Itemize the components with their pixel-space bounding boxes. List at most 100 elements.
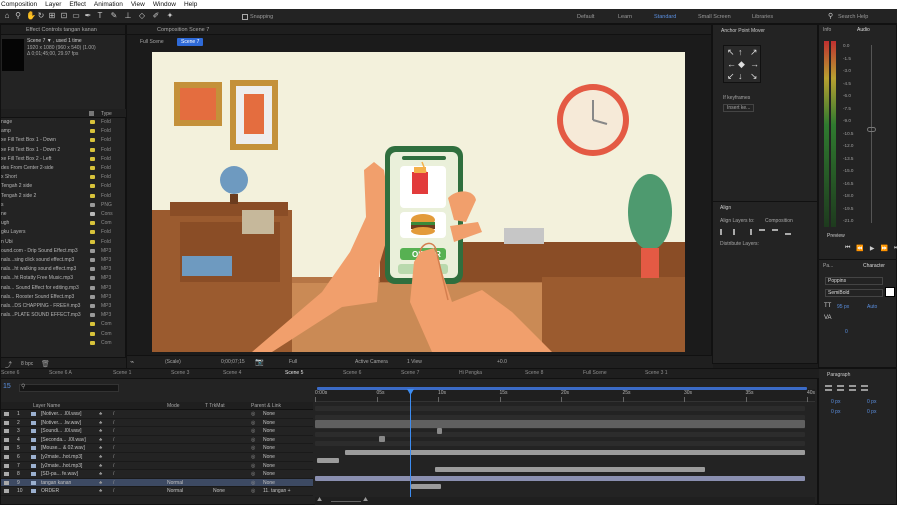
layer-name[interactable]: [Soundi... .l0l.wav] — [41, 427, 82, 436]
first-frame-icon[interactable]: ⏮ — [845, 245, 850, 252]
label-color-swatch[interactable] — [90, 230, 95, 235]
project-item[interactable]: s PNG — [1, 201, 116, 209]
visibility-icon[interactable] — [4, 455, 9, 459]
menu-layer[interactable]: Layer — [45, 1, 61, 8]
breadcrumb-scene-7[interactable]: Scene 7 — [177, 38, 204, 46]
justify-icon[interactable] — [861, 385, 868, 391]
anchor-right-icon[interactable]: → — [750, 59, 759, 69]
anchor-bottom-left-icon[interactable]: ↙ — [727, 71, 735, 82]
workspace-standard[interactable]: Standard — [654, 14, 676, 20]
layer-row[interactable]: 2 [Notiver... .lw.wav] ♣ / ◎ None — [1, 419, 313, 428]
exposure-value[interactable]: +0.0 — [497, 359, 507, 365]
parent-dropdown[interactable]: None — [263, 453, 275, 462]
views-dropdown[interactable]: 1 View — [407, 359, 422, 365]
visibility-icon[interactable] — [4, 472, 9, 477]
timeline-tab[interactable]: Scene 6 A — [49, 370, 72, 376]
search-help-field[interactable]: Search Help — [838, 14, 868, 20]
pickwhip-icon[interactable]: ◎ — [251, 419, 255, 428]
align-hcenter-icon[interactable] — [733, 229, 739, 235]
project-item[interactable]: x Short Fold — [1, 173, 116, 181]
layer-row[interactable]: 9 tangan kanan ♣ / Normal ◎ None — [1, 478, 313, 488]
quality-icon[interactable]: / — [113, 453, 114, 462]
label-color-swatch[interactable] — [90, 285, 95, 290]
project-item[interactable]: nals...ht walking sound effect.mp3 MP3 — [1, 265, 116, 273]
timeline-tab[interactable]: Scene 7 — [401, 370, 419, 376]
menu-animation[interactable]: Animation — [94, 1, 123, 8]
pen-tool-icon[interactable]: ✒ — [84, 12, 92, 20]
layer-name[interactable]: [Notiver... .l0l.wav] — [41, 410, 82, 419]
space-after-value[interactable]: 0 px — [867, 409, 876, 415]
align-bottom-icon[interactable] — [785, 229, 791, 235]
play-icon[interactable]: ▶ — [870, 245, 875, 252]
audio-clip-marker[interactable] — [437, 428, 442, 434]
layer-name[interactable]: [Notiver... .lw.wav] — [41, 419, 81, 428]
shy-icon[interactable]: ♣ — [99, 444, 102, 453]
label-color-swatch[interactable] — [90, 248, 95, 253]
anchor-center-icon[interactable]: ◆ — [738, 59, 745, 70]
anchor-top-left-icon[interactable]: ↖ — [727, 47, 735, 58]
layer-row[interactable]: 7 [y2mate...hot.mp3] ♣ / ◎ None — [1, 462, 313, 471]
zoom-tool-icon[interactable]: ⚲ — [14, 12, 22, 20]
project-item[interactable]: xe Fill Text Box 1 - Down Fold — [1, 136, 116, 144]
project-item[interactable]: ugh Com — [1, 219, 116, 227]
timeline-tab[interactable]: Scene 3 — [171, 370, 189, 376]
trkmat-column[interactable]: T TrkMat — [205, 403, 225, 409]
label-color-swatch[interactable] — [90, 212, 95, 216]
quality-icon[interactable]: / — [113, 427, 114, 436]
visibility-icon[interactable] — [4, 489, 9, 494]
label-color-swatch[interactable] — [90, 313, 95, 318]
quality-icon[interactable]: / — [113, 487, 114, 496]
insert-dropdown[interactable]: Insert ke... — [723, 104, 755, 112]
pickwhip-icon[interactable]: ◎ — [251, 453, 255, 462]
pickwhip-icon[interactable]: ◎ — [251, 462, 255, 471]
layer-row[interactable]: 10 ORDER ♣ / Normal None ◎ 11. tangan + — [1, 487, 313, 496]
anchor-top-right-icon[interactable]: ↗ — [750, 47, 758, 58]
label-color-swatch[interactable] — [90, 340, 95, 345]
label-color-swatch[interactable] — [90, 294, 95, 299]
indent-right-value[interactable]: 0 px — [867, 399, 876, 405]
layer-bar[interactable] — [345, 450, 805, 455]
stamp-tool-icon[interactable]: ⊥ — [124, 12, 132, 20]
roto-brush-icon[interactable]: ✐ — [152, 12, 160, 20]
fill-color-swatch[interactable] — [885, 287, 895, 297]
layer-name[interactable]: [y2mate...hot.mp3] — [41, 462, 82, 471]
time-ruler[interactable]: 0:00s 05s 10s 15s 20s 25s 30s 35s 40s — [315, 389, 815, 402]
menu-effect[interactable]: Effect — [69, 1, 86, 8]
project-item[interactable]: nals...sing click sound effect.mp3 MP3 — [1, 256, 116, 264]
label-color-swatch[interactable] — [90, 147, 95, 152]
visibility-icon[interactable] — [4, 420, 9, 425]
workspace-libraries[interactable]: Libraries — [752, 14, 773, 20]
trkmat-dropdown[interactable]: None — [213, 487, 225, 496]
label-color-swatch[interactable] — [90, 184, 95, 189]
effect-controls-tab[interactable]: Effect Controls tangan kanan — [1, 25, 125, 35]
resolution-dropdown[interactable]: Full — [289, 359, 297, 365]
composition-tab[interactable]: Composition Scene 7 — [127, 25, 711, 35]
anchor-left-icon[interactable]: ← — [727, 59, 736, 69]
timeline-tab[interactable]: Scene 5 — [285, 370, 303, 376]
parent-dropdown[interactable]: None — [263, 479, 275, 488]
home-icon[interactable]: ⌂ — [3, 12, 11, 20]
pickwhip-icon[interactable]: ◎ — [251, 410, 255, 419]
blend-mode-dropdown[interactable]: Normal — [167, 487, 183, 496]
label-color-swatch[interactable] — [90, 129, 95, 134]
label-color-swatch[interactable] — [90, 221, 95, 226]
camera-tool-icon[interactable]: ⊞ — [48, 12, 56, 20]
next-frame-icon[interactable]: ⏩ — [881, 245, 888, 252]
blend-mode-dropdown[interactable]: Normal — [167, 479, 183, 488]
leading-value[interactable]: Auto — [867, 304, 877, 310]
align-left-icon[interactable] — [720, 229, 726, 235]
rectangle-tool-icon[interactable]: ▭ — [72, 12, 80, 20]
layer-name[interactable]: [y2mate...hot.mp3] — [41, 453, 82, 462]
anchor-grid[interactable]: ↖ ↑ ↗ ← ◆ → ↙ ↓ ↘ — [723, 45, 761, 83]
anchor-bottom-right-icon[interactable]: ↘ — [750, 71, 758, 82]
type-column-header[interactable]: Type — [101, 111, 112, 117]
project-item[interactable]: gku Layers Fold — [1, 228, 116, 236]
label-color-swatch[interactable] — [90, 322, 95, 327]
menu-help[interactable]: Help — [184, 1, 197, 8]
project-item[interactable]: Com — [1, 339, 116, 347]
anchor-top-icon[interactable]: ↑ — [738, 47, 743, 57]
label-color-swatch[interactable] — [90, 239, 95, 244]
quality-icon[interactable]: / — [113, 444, 114, 453]
shy-icon[interactable]: ♣ — [99, 470, 102, 479]
shy-icon[interactable]: ♣ — [99, 462, 102, 471]
